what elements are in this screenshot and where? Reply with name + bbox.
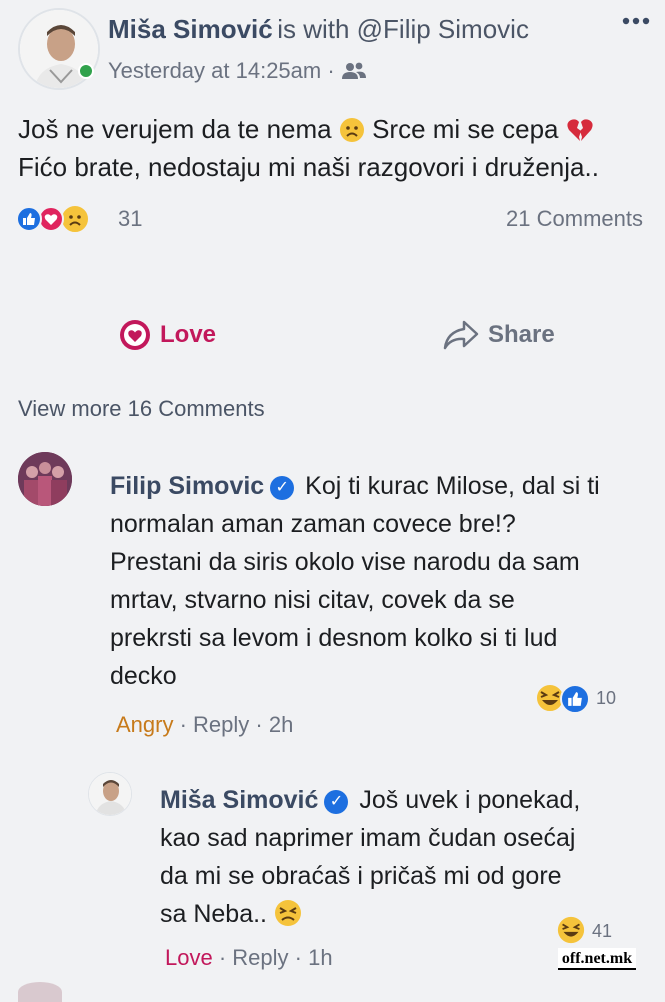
- comment-2: Miša Simović ✓ Još uvek i ponekad, kao sa…: [160, 781, 650, 933]
- like-reaction-icon: [16, 206, 42, 232]
- reply-button[interactable]: Reply: [193, 712, 249, 737]
- watermark: off.net.mk: [558, 948, 636, 970]
- group-photo-avatar: [18, 452, 72, 506]
- comment-text-line: da mi se obraćaš i pričaš mi od gore: [160, 862, 562, 890]
- post-header-line: Miša Simović is with @Filip Simovic: [108, 14, 529, 45]
- laugh-reaction-icon: [557, 916, 585, 944]
- comments-count-link[interactable]: 21 Comments: [506, 206, 643, 232]
- reply-button[interactable]: Reply: [232, 945, 288, 970]
- share-label: Share: [488, 321, 555, 348]
- comment-time: 2h: [268, 712, 294, 737]
- comment-reaction-count: 41: [592, 921, 613, 941]
- love-reaction-button[interactable]: Love: [165, 945, 213, 970]
- comment-text-line: prekrsti sa levom i desnom kolko si ti l…: [110, 624, 558, 652]
- online-status-dot: [78, 63, 94, 79]
- comment-1-actions: Angry · Reply · 2h: [116, 712, 294, 737]
- post-reactions-summary[interactable]: 31: [16, 204, 142, 236]
- friends-icon: [341, 62, 366, 79]
- next-comment-avatar-edge: [18, 982, 62, 1002]
- angry-reaction-button[interactable]: Angry: [116, 712, 173, 737]
- verified-badge-icon: ✓: [324, 790, 349, 814]
- like-reaction-icon: [560, 684, 590, 714]
- comment-2-first-line: Miša Simović ✓ Još uvek i ponekad,: [160, 786, 581, 814]
- meta-separator: ·: [327, 58, 335, 83]
- comment-1-reactions[interactable]: 10: [534, 682, 634, 714]
- comment-text-line: Prestani da siris okolo vise narodu da s…: [110, 548, 580, 576]
- sad-face-emoji: [339, 118, 364, 142]
- heart-outline-icon: [120, 320, 150, 350]
- love-label: Love: [160, 321, 217, 348]
- comment-text-line: kao sad naprimer imam čudan osećaj: [160, 824, 576, 852]
- sad-reaction-icon: [60, 204, 90, 234]
- comment-author-avatar[interactable]: [18, 452, 72, 506]
- comment-1-first-line: Filip Simovic ✓ Koj ti kurac Milose, dal …: [110, 472, 600, 500]
- comment-1: Filip Simovic ✓ Koj ti kurac Milose, dal …: [110, 467, 650, 695]
- comment-text-line: normalan aman zaman covece bre!?: [110, 510, 516, 538]
- post-author-name[interactable]: Miša Simović: [108, 14, 273, 44]
- post-text-line-2: Fićo brate, nedostaju mi naši razgovori …: [18, 152, 599, 182]
- verified-badge-icon: ✓: [270, 476, 295, 500]
- comment-2-reactions[interactable]: 41: [556, 915, 636, 947]
- comment-author-name[interactable]: Miša Simović: [160, 786, 318, 814]
- share-button[interactable]: Share: [442, 318, 555, 352]
- comment-reaction-count: 10: [596, 688, 617, 708]
- persevere-emoji: [274, 900, 301, 926]
- post-timestamp[interactable]: Yesterday at 14:25am: [108, 58, 321, 83]
- more-options-icon[interactable]: [622, 12, 650, 25]
- reply-author-avatar[interactable]: [88, 772, 132, 816]
- comment-2-actions: Love · Reply · 1h: [165, 945, 333, 970]
- comment-author-name[interactable]: Filip Simovic: [110, 472, 264, 500]
- post-text-line-1: Još ne verujem da te nema Srce mi se cep…: [18, 110, 648, 148]
- post-meta: Yesterday at 14:25am ·: [108, 58, 367, 84]
- person-avatar-image: [89, 773, 131, 815]
- post-body: Još ne verujem da te nema Srce mi se cep…: [18, 110, 648, 186]
- share-arrow-icon: [443, 320, 479, 350]
- broken-heart-emoji: [567, 119, 593, 141]
- reaction-count: 31: [118, 206, 143, 231]
- comment-text-line: mrtav, stvarno nisi citav, covek da se: [110, 586, 515, 614]
- tagged-with-text[interactable]: is with @Filip Simovic: [277, 14, 529, 44]
- view-more-comments-link[interactable]: View more 16 Comments: [18, 396, 265, 422]
- comment-time: 1h: [308, 945, 333, 970]
- love-button[interactable]: Love: [118, 318, 216, 352]
